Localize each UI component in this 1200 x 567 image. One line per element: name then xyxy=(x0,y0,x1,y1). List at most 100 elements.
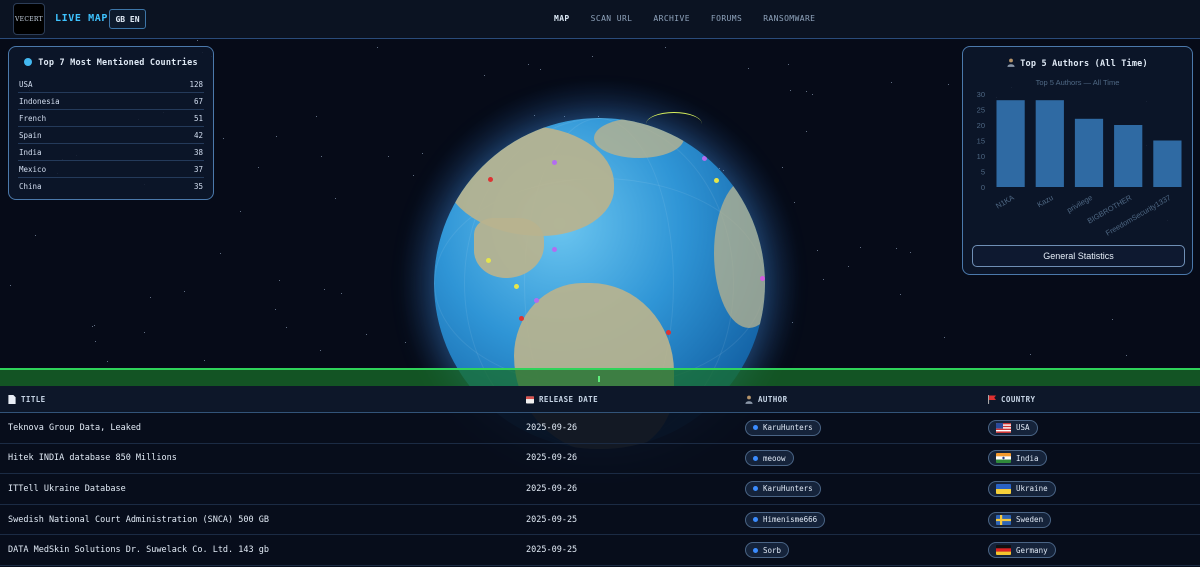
column-header-country[interactable]: COUNTRY xyxy=(988,395,1035,404)
star xyxy=(223,138,224,139)
bar-freedomsecurity1337[interactable] xyxy=(1153,140,1182,188)
country-count: 51 xyxy=(193,113,203,123)
nav-item-map[interactable]: MAP xyxy=(554,14,570,23)
nav-item-ransomware[interactable]: RANSOMWARE xyxy=(763,14,815,23)
attack-arc xyxy=(646,112,702,136)
leak-title[interactable]: Teknova Group Data, Leaked xyxy=(8,423,141,433)
author-name: meoow xyxy=(763,453,786,463)
country-chip[interactable]: Germany xyxy=(988,542,1056,559)
star xyxy=(528,64,529,65)
table-row[interactable]: Swedish National Court Administration (S… xyxy=(0,505,1200,536)
table-row[interactable]: Teknova Group Data, Leaked 2025-09-26 Karu… xyxy=(0,413,1200,444)
star xyxy=(782,167,783,168)
hotspot-marker[interactable] xyxy=(714,178,719,183)
country-row[interactable]: Indonesia 67 xyxy=(18,93,204,110)
column-header-date-label: RELEASE DATE xyxy=(539,394,598,404)
column-header-author[interactable]: AUTHOR xyxy=(745,395,788,404)
country-count: 128 xyxy=(189,79,203,89)
star xyxy=(321,156,322,157)
leak-title[interactable]: Swedish National Court Administration (S… xyxy=(8,515,269,525)
hotspot-marker[interactable] xyxy=(702,156,707,161)
country-chip[interactable]: India xyxy=(988,450,1047,467)
flag-icon xyxy=(988,394,996,404)
author-chip[interactable]: KaruHunters xyxy=(745,419,821,436)
brand-title[interactable]: LIVE MAP xyxy=(55,13,108,24)
country-chip[interactable]: USA xyxy=(988,419,1038,436)
author-chip[interactable]: meoow xyxy=(745,450,794,467)
bar-n1ka[interactable] xyxy=(996,100,1025,187)
column-header-date[interactable]: RELEASE DATE xyxy=(526,395,598,404)
top-authors-panel: Top 5 Authors (All Time) Top 5 Authors —… xyxy=(962,46,1193,275)
star xyxy=(341,293,342,294)
country-chip[interactable]: Sweden xyxy=(988,511,1052,528)
in-flag-icon xyxy=(996,453,1011,464)
bar-bigbrother[interactable] xyxy=(1114,125,1143,187)
nav-item-archive[interactable]: ARCHIVE xyxy=(653,14,690,23)
hotspot-marker[interactable] xyxy=(534,298,539,303)
country-name: China xyxy=(19,182,42,191)
author-name: KaruHunters xyxy=(763,484,813,494)
hotspot-marker[interactable] xyxy=(760,276,765,281)
release-date: 2025-09-26 xyxy=(526,453,578,464)
country-row[interactable]: USA 128 xyxy=(18,76,204,93)
country-label: Sweden xyxy=(1016,515,1044,525)
country-chip-cell: India xyxy=(988,450,1047,467)
general-statistics-button[interactable]: General Statistics xyxy=(972,245,1185,267)
divider-handle[interactable] xyxy=(598,376,600,382)
star xyxy=(197,40,198,41)
nav-item-scan-url[interactable]: SCAN URL xyxy=(591,14,633,23)
author-chip[interactable]: Sorb xyxy=(745,542,790,559)
table-row[interactable]: ITTell Ukraine Database 2025-09-26 KaruHun… xyxy=(0,474,1200,505)
hotspot-marker[interactable] xyxy=(666,330,671,335)
leak-title[interactable]: ITTell Ukraine Database xyxy=(8,484,126,494)
author-status-dot-icon xyxy=(753,425,758,431)
x-tick-label: Kazu xyxy=(1035,193,1054,209)
star xyxy=(484,75,485,76)
author-chip[interactable]: Himenisme666 xyxy=(745,511,826,528)
star xyxy=(540,69,541,70)
column-header-title[interactable]: TITLE xyxy=(8,394,46,404)
resize-divider[interactable] xyxy=(0,368,1200,386)
leak-title[interactable]: Hitek INDIA database 850 Millions xyxy=(8,453,177,463)
hotspot-marker[interactable] xyxy=(552,160,557,165)
author-chip-cell: Sorb xyxy=(745,542,790,559)
table-row[interactable]: DATA MedSkin Solutions Dr. Suwelack Co. … xyxy=(0,535,1200,566)
language-selector-button[interactable]: GB EN xyxy=(109,9,146,29)
author-name: Himenisme666 xyxy=(763,515,818,525)
star xyxy=(896,248,897,249)
bar-privilege[interactable] xyxy=(1074,118,1104,187)
y-tick-label: 5 xyxy=(981,168,985,177)
hotspot-marker[interactable] xyxy=(488,177,493,182)
star xyxy=(1126,355,1127,356)
author-status-dot-icon xyxy=(753,486,758,492)
star xyxy=(94,325,95,326)
country-row[interactable]: India 38 xyxy=(18,144,204,161)
country-row[interactable]: Mexico 37 xyxy=(18,161,204,178)
country-row[interactable]: China 35 xyxy=(18,178,204,195)
author-chip[interactable]: KaruHunters xyxy=(745,480,821,497)
bar-kazu[interactable] xyxy=(1035,100,1064,187)
release-date: 2025-09-26 xyxy=(526,483,578,494)
hotspot-marker[interactable] xyxy=(514,284,519,289)
country-label: Germany xyxy=(1016,545,1048,555)
star xyxy=(150,297,151,298)
star xyxy=(35,235,36,236)
ua-flag-icon xyxy=(996,483,1011,494)
country-row[interactable]: Spain 42 xyxy=(18,127,204,144)
star xyxy=(107,361,108,362)
hotspot-marker[interactable] xyxy=(519,316,524,321)
hotspot-marker[interactable] xyxy=(552,247,557,252)
nav-item-forums[interactable]: FORUMS xyxy=(711,14,742,23)
country-row[interactable]: French 51 xyxy=(18,110,204,127)
star xyxy=(324,289,325,290)
site-logo[interactable]: VECERT xyxy=(13,3,45,35)
star xyxy=(1030,354,1031,355)
user-icon xyxy=(745,395,753,404)
hotspot-marker[interactable] xyxy=(486,258,491,263)
star xyxy=(944,337,945,338)
country-chip-cell: Ukraine xyxy=(988,480,1056,497)
country-chip[interactable]: Ukraine xyxy=(988,480,1056,497)
top-countries-title: Top 7 Most Mentioned Countries xyxy=(38,58,198,68)
leak-title[interactable]: DATA MedSkin Solutions Dr. Suwelack Co. … xyxy=(8,545,269,555)
table-row[interactable]: Hitek INDIA database 850 Millions 2025-09… xyxy=(0,444,1200,475)
